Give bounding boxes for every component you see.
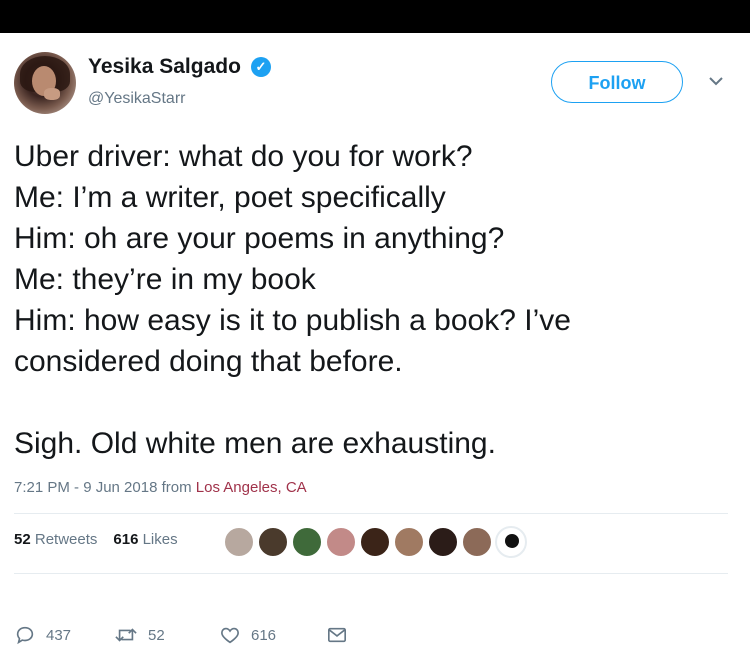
envelope-icon [328, 627, 346, 643]
liker-avatar[interactable] [427, 526, 459, 558]
tweet-card: Yesika Salgado ✓ @YesikaStarr Follow Ube… [0, 33, 750, 658]
retweet-button[interactable]: 52 [114, 623, 165, 647]
heart-icon [221, 627, 239, 644]
tweet-line: Me: I’m a writer, poet specifically [14, 181, 446, 214]
liker-avatar[interactable] [461, 526, 493, 558]
tweet-line: Him: oh are your poems in anything? [14, 222, 505, 255]
retweet-icon [115, 628, 137, 642]
divider [14, 573, 728, 574]
tweet-line: Him: how easy is it to publish a book? I… [14, 304, 571, 337]
tweet-text: Uber driver: what do you for work? Me: I… [14, 136, 734, 464]
like-count: 616 [251, 626, 277, 644]
liker-avatar[interactable] [359, 526, 391, 558]
timestamp-text[interactable]: 7:21 PM - 9 Jun 2018 from [14, 479, 196, 496]
message-button[interactable] [326, 623, 358, 647]
retweet-count: 52 [148, 626, 165, 644]
author-handle[interactable]: @YesikaStarr [88, 90, 185, 108]
reply-button[interactable]: 437 [14, 623, 71, 647]
follow-button[interactable]: Follow [551, 61, 683, 103]
liker-avatar[interactable] [325, 526, 357, 558]
reply-icon [16, 626, 34, 645]
retweets-count[interactable]: 52 [14, 531, 31, 548]
top-black-bar [0, 0, 750, 33]
liker-avatar[interactable] [495, 526, 527, 558]
tweet-line: Sigh. Old white men are exhausting. [14, 427, 496, 460]
author-name[interactable]: Yesika Salgado [88, 55, 241, 79]
liker-avatar[interactable] [257, 526, 289, 558]
engagement-stats: 52 Retweets 616 Likes [14, 531, 178, 548]
tweet-actions: 437 52 616 [14, 623, 374, 647]
likes-count[interactable]: 616 [113, 531, 138, 548]
divider [14, 513, 728, 514]
verified-badge-icon: ✓ [251, 57, 271, 77]
liker-avatar[interactable] [291, 526, 323, 558]
liker-avatar[interactable] [393, 526, 425, 558]
tweet-line: considered doing that before. [14, 345, 403, 378]
chevron-down-icon[interactable] [708, 75, 724, 87]
retweets-label[interactable]: Retweets [35, 531, 98, 548]
author-avatar[interactable] [14, 52, 76, 114]
reply-count: 437 [46, 626, 72, 644]
liker-avatar[interactable] [223, 526, 255, 558]
tweet-timestamp: 7:21 PM - 9 Jun 2018 from Los Angeles, C… [14, 479, 307, 496]
tweet-line: Uber driver: what do you for work? [14, 140, 473, 173]
likes-label[interactable]: Likes [143, 531, 178, 548]
like-button[interactable]: 616 [219, 623, 276, 647]
location-link[interactable]: Los Angeles, CA [196, 479, 307, 496]
tweet-line: Me: they’re in my book [14, 263, 316, 296]
